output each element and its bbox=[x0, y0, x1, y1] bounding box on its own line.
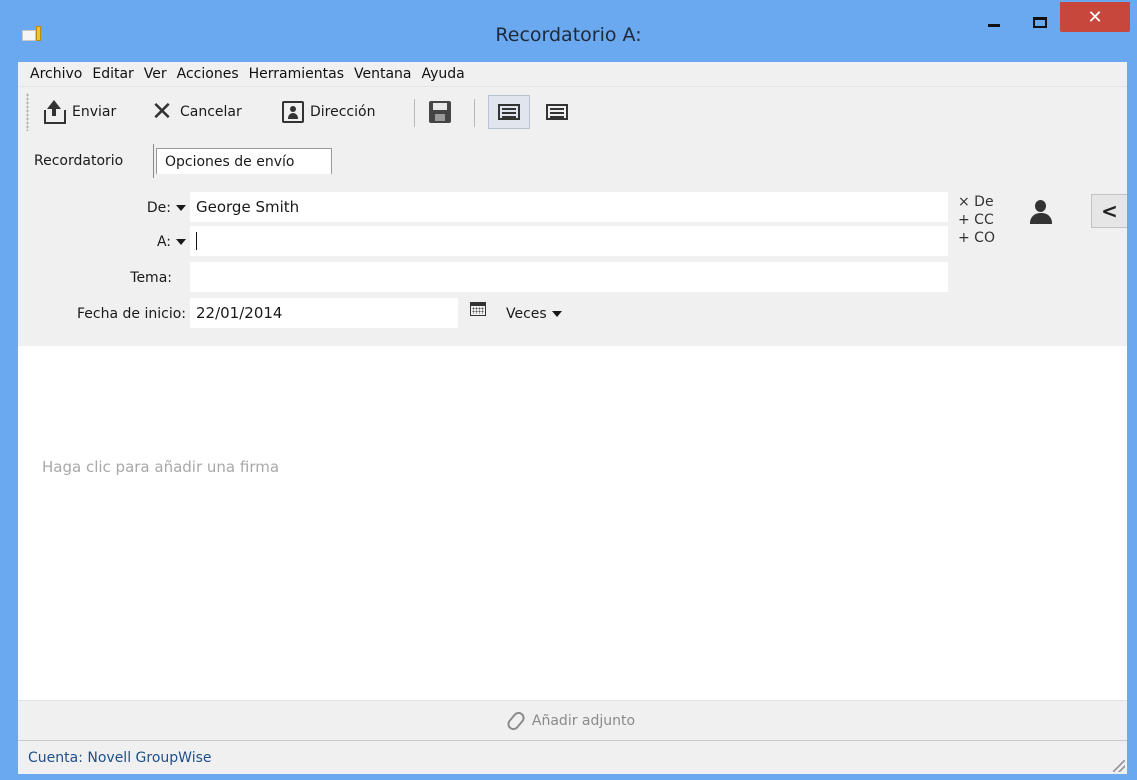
address-button[interactable]: Dirección bbox=[282, 97, 375, 127]
collapse-panel-button[interactable]: < bbox=[1091, 194, 1127, 228]
chevron-down-icon bbox=[176, 239, 186, 245]
maximize-icon bbox=[1033, 16, 1047, 28]
toolbar-separator bbox=[414, 99, 415, 127]
menu-ayuda[interactable]: Ayuda bbox=[422, 66, 465, 82]
chevron-down-icon bbox=[176, 205, 186, 211]
text-view-icon bbox=[546, 104, 568, 120]
toolbar: Enviar ✕ Cancelar Dirección bbox=[18, 86, 1127, 136]
text-cursor bbox=[196, 232, 197, 250]
client-area: Archivo Editar Ver Acciones Herramientas… bbox=[18, 62, 1127, 774]
toolbar-separator bbox=[474, 99, 475, 127]
account-status: Cuenta: Novell GroupWise bbox=[28, 749, 212, 766]
message-view-icon bbox=[498, 104, 520, 120]
times-dropdown[interactable]: Veces bbox=[506, 306, 562, 322]
status-bar: Cuenta: Novell GroupWise bbox=[18, 740, 1127, 774]
toolbar-grip[interactable] bbox=[26, 93, 29, 131]
minimize-button[interactable] bbox=[974, 10, 1014, 34]
calendar-icon[interactable] bbox=[470, 302, 486, 316]
add-cc-link[interactable]: + CC bbox=[958, 212, 994, 228]
maximize-button[interactable] bbox=[1024, 10, 1056, 34]
chevron-down-icon bbox=[551, 311, 562, 317]
add-attachment-label: Añadir adjunto bbox=[531, 712, 636, 729]
title-bar[interactable]: Recordatorio A: ✕ bbox=[0, 0, 1137, 60]
view-mail-button[interactable] bbox=[488, 95, 530, 129]
menu-acciones[interactable]: Acciones bbox=[177, 66, 239, 82]
menu-ver[interactable]: Ver bbox=[144, 66, 167, 82]
from-field[interactable]: George Smith bbox=[190, 192, 948, 222]
send-label: Enviar bbox=[72, 104, 117, 120]
from-value: George Smith bbox=[196, 198, 300, 216]
view-text-button[interactable] bbox=[536, 95, 578, 129]
send-button[interactable]: Enviar bbox=[42, 97, 116, 127]
menu-bar: Archivo Editar Ver Acciones Herramientas… bbox=[18, 62, 1127, 86]
send-icon bbox=[42, 100, 66, 124]
chevron-left-icon: < bbox=[1101, 199, 1118, 223]
paperclip-icon bbox=[504, 708, 527, 733]
app-window: Recordatorio A: ✕ Archivo Editar Ver Acc… bbox=[0, 0, 1137, 780]
menu-herramientas[interactable]: Herramientas bbox=[249, 66, 344, 82]
cancel-label: Cancelar bbox=[180, 104, 242, 120]
resize-grip[interactable] bbox=[1113, 760, 1125, 772]
close-button[interactable]: ✕ bbox=[1060, 2, 1130, 32]
menu-archivo[interactable]: Archivo bbox=[30, 66, 82, 82]
start-date-value: 22/01/2014 bbox=[196, 304, 283, 322]
close-icon: ✕ bbox=[1087, 6, 1103, 28]
cancel-icon: ✕ bbox=[151, 97, 173, 127]
remove-from-link[interactable]: × De bbox=[958, 194, 994, 210]
to-label-dropdown[interactable]: A: bbox=[78, 234, 186, 250]
save-icon bbox=[429, 101, 451, 123]
subject-field[interactable] bbox=[190, 262, 948, 292]
menu-editar[interactable]: Editar bbox=[92, 66, 133, 82]
tab-opciones-envio[interactable]: Opciones de envío bbox=[156, 148, 332, 174]
person-icon[interactable] bbox=[1030, 200, 1052, 226]
save-button[interactable] bbox=[429, 97, 457, 127]
window-title: Recordatorio A: bbox=[495, 24, 642, 46]
start-date-label: Fecha de inicio: bbox=[77, 306, 186, 322]
add-attachment-bar[interactable]: Añadir adjunto bbox=[18, 700, 1127, 740]
tab-recordatorio[interactable]: Recordatorio bbox=[26, 144, 154, 178]
start-date-field[interactable]: 22/01/2014 bbox=[190, 298, 458, 328]
from-label-dropdown[interactable]: De: bbox=[78, 200, 186, 216]
menu-ventana[interactable]: Ventana bbox=[354, 66, 412, 82]
cancel-button[interactable]: ✕ Cancelar bbox=[150, 97, 242, 127]
signature-placeholder[interactable]: Haga clic para añadir una firma bbox=[42, 458, 279, 476]
tab-strip: Recordatorio Opciones de envío bbox=[18, 136, 1127, 178]
add-bcc-link[interactable]: + CO bbox=[958, 230, 995, 246]
message-body[interactable]: Haga clic para añadir una firma bbox=[18, 346, 1127, 700]
address-book-icon bbox=[282, 101, 304, 123]
to-field[interactable] bbox=[190, 226, 948, 256]
address-label: Dirección bbox=[310, 104, 376, 120]
minimize-icon bbox=[988, 23, 1000, 27]
message-header: De: George Smith A: Tema: Fecha de inici… bbox=[18, 178, 1127, 346]
subject-label: Tema: bbox=[130, 270, 172, 286]
